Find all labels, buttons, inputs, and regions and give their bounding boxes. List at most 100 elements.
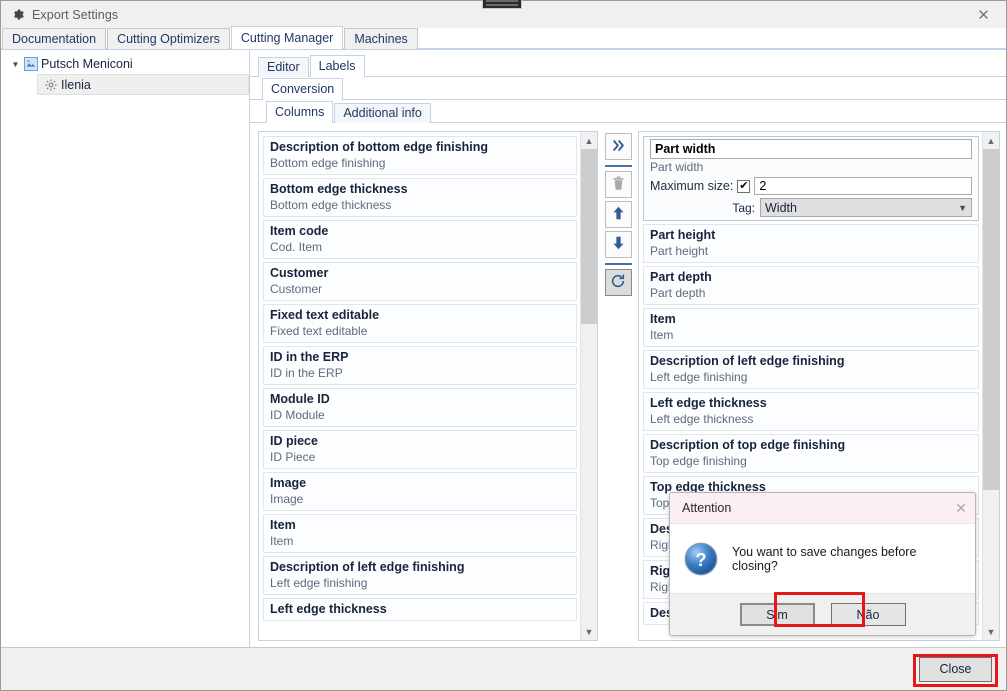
list-item[interactable]: Part depth Part depth [643,266,979,305]
expand-arrow-icon[interactable]: ▼ [9,60,22,69]
tag-row: Tag: Width ▼ [650,198,972,217]
list-item-subtitle: Left edge finishing [650,370,748,384]
tab-editor[interactable]: Editor [258,57,309,77]
list-item[interactable]: Item code Cod. Item [263,220,577,259]
close-button[interactable]: Close [919,656,992,682]
list-item-name: Description of top edge finishing [650,438,846,452]
tab-conversion[interactable]: Conversion [262,78,344,100]
list-item[interactable]: ID in the ERP ID in the ERP [263,346,577,385]
maximum-size-checkbox[interactable]: ✔ [737,179,751,193]
list-item-name: Image [270,476,307,490]
list-item[interactable]: Item Item [643,308,979,347]
list-item-subtitle: Left edge thickness [650,412,754,426]
gear-icon [42,77,59,93]
list-item[interactable]: Customer Customer [263,262,577,301]
dialog-footer: Sim Não [670,593,975,635]
tab-labels[interactable]: Labels [309,55,365,77]
tab-cutting-manager[interactable]: Cutting Manager [230,26,344,49]
scroll-thumb[interactable] [983,149,999,491]
scroll-down-icon[interactable]: ▼ [983,623,999,640]
scroll-thumb[interactable] [581,149,597,325]
list-item-subtitle: Left edge finishing [270,576,368,590]
conversion-tab-bar: Conversion [250,77,1006,100]
tab-columns[interactable]: Columns [266,101,334,123]
selected-list-item[interactable]: Part width Part width Maximum size: ✔ 2 Tag: W… [643,136,979,221]
tree-node-ilenia[interactable]: Ilenia [37,74,249,95]
list-item-name: ID piece [270,434,318,448]
list-item[interactable]: Description of left edge finishing Left e… [643,350,979,389]
double-chevron-right-icon [610,138,627,156]
list-item-name: Part depth [650,270,712,284]
tree-node-root[interactable]: ▼ Putsch Meniconi [1,54,249,74]
window-close-button[interactable]: ✕ [961,1,1006,28]
scroll-down-icon[interactable]: ▼ [581,623,597,640]
list-item-subtitle: Bottom edge finishing [270,156,386,170]
tab-documentation[interactable]: Documentation [2,28,107,49]
move-down-button[interactable] [604,231,632,258]
add-column-button[interactable] [604,133,632,160]
list-item[interactable]: Image Image [263,472,577,511]
list-item-subtitle: ID Piece [270,450,316,464]
list-item[interactable]: Item Item [263,514,577,553]
list-item[interactable]: Module ID ID Module [263,388,577,427]
list-item[interactable]: Left edge thickness [263,598,577,621]
dialog-close-button[interactable]: ✕ [955,500,967,517]
trash-icon [611,175,626,194]
list-item-name: Left edge thickness [270,602,387,616]
list-item-subtitle: Item [270,534,294,548]
list-item-name: Bottom edge thickness [270,182,408,196]
scroll-up-icon[interactable]: ▲ [581,132,597,149]
available-columns-items[interactable]: Description of bottom edge finishing Bott… [259,132,580,640]
toolbar-separator [604,165,632,167]
dialog-title-bar: Attention ✕ [670,493,975,524]
reset-button[interactable] [604,269,632,296]
list-item-subtitle: Item [650,328,674,342]
list-item-subtitle: Top edge finishing [650,454,747,468]
scroll-track[interactable] [983,149,999,623]
footer-bar: Close [1,647,1006,690]
available-columns-scrollbar[interactable]: ▲ ▼ [580,132,597,640]
scroll-up-icon[interactable]: ▲ [983,132,999,149]
columns-tab-bar: Columns Additional info [250,100,1006,123]
tab-additional-info[interactable]: Additional info [334,103,431,123]
toolbar-separator [604,263,632,265]
selected-columns-scrollbar[interactable]: ▲ ▼ [982,132,999,640]
list-item[interactable]: Part height Part height [643,224,979,263]
dialog-no-button[interactable]: Não [830,603,906,626]
maximum-size-label: Maximum size: [650,179,734,193]
list-item-name: Customer [270,266,329,280]
dialog-body: ? You want to save changes before closin… [670,524,975,593]
selected-item-name-input[interactable]: Part width [650,139,972,159]
attention-dialog: Attention ✕ ? You want to save changes b… [669,492,976,636]
list-item[interactable]: Description of left edge finishing Left e… [263,556,577,595]
tree-node-ilenia-label: Ilenia [61,77,91,92]
move-up-button[interactable] [604,201,632,228]
scroll-track[interactable] [581,149,597,623]
list-item[interactable]: ID piece ID Piece [263,430,577,469]
tag-dropdown[interactable]: Width ▼ [760,198,972,217]
dialog-yes-button[interactable]: Sim [739,603,815,626]
column-actions-toolbar [598,131,638,641]
available-columns-list[interactable]: Description of bottom edge finishing Bott… [258,131,598,641]
svg-text:?: ? [695,549,706,570]
window-title: Export Settings [32,7,119,22]
dialog-title: Attention [682,501,732,515]
tag-label: Tag: [732,200,755,215]
list-item-name: Description of left edge finishing [650,354,845,368]
list-item-subtitle: Customer [270,282,323,296]
list-item[interactable]: Description of top edge finishing Top edg… [643,434,979,473]
list-item[interactable]: Fixed text editable Fixed text editable [263,304,577,343]
arrow-down-icon [611,235,626,254]
list-item-name: Item [270,518,296,532]
list-item[interactable]: Description of bottom edge finishing Bott… [263,136,577,175]
maximum-size-input[interactable]: 2 [754,177,972,195]
selected-item-subtitle: Part width [650,160,704,174]
list-item[interactable]: Bottom edge thickness Bottom edge thickne… [263,178,577,217]
tab-machines[interactable]: Machines [344,28,418,49]
tab-cutting-optimizers[interactable]: Cutting Optimizers [107,28,230,49]
list-item[interactable]: Left edge thickness Left edge thickness [643,392,979,431]
tree-node-root-label: Putsch Meniconi [41,57,133,71]
list-item-name: Description of left edge finishing [270,560,465,574]
delete-column-button[interactable] [604,171,632,198]
tag-value: Width [765,200,797,215]
